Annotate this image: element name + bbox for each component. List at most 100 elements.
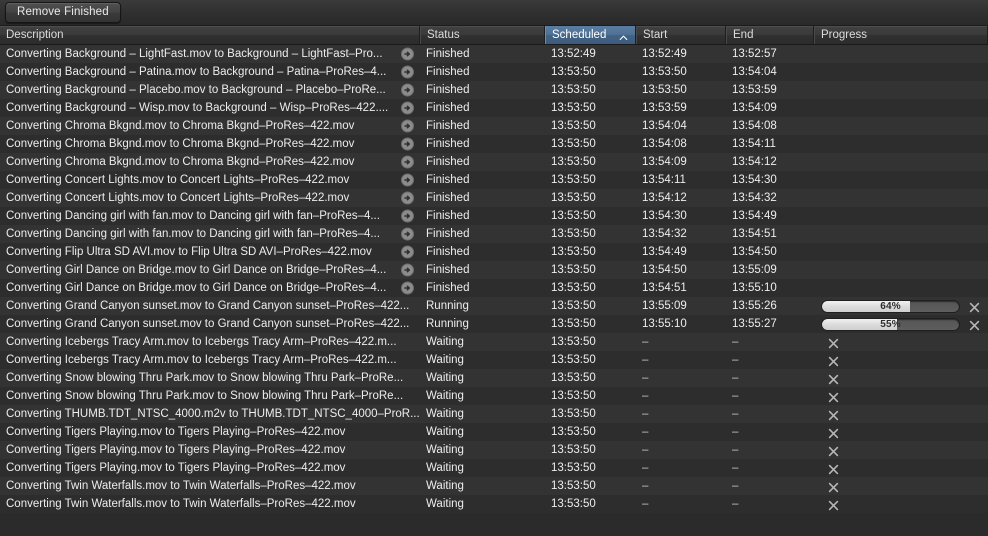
- cancel-x-icon[interactable]: [828, 499, 839, 510]
- table-row[interactable]: Converting Grand Canyon sunset.mov to Gr…: [0, 315, 988, 333]
- cell-description: Converting THUMB.TDT_NTSC_4000.m2v to TH…: [0, 405, 420, 423]
- table-row[interactable]: Converting Concert Lights.mov to Concert…: [0, 171, 988, 189]
- cancel-x-icon[interactable]: [828, 355, 839, 366]
- description-text: Converting Girl Dance on Bridge.mov to G…: [6, 264, 387, 276]
- column-header-description[interactable]: Description: [0, 26, 420, 44]
- cell-description: Converting Twin Waterfalls.mov to Twin W…: [0, 495, 420, 513]
- cancel-x-icon[interactable]: [828, 337, 839, 348]
- table-row[interactable]: Converting Tigers Playing.mov to Tigers …: [0, 441, 988, 459]
- table-row[interactable]: Converting Twin Waterfalls.mov to Twin W…: [0, 495, 988, 513]
- cell-status: Finished: [426, 282, 470, 294]
- description-text: Converting Concert Lights.mov to Concert…: [6, 174, 350, 186]
- cell-start: 13:55:10: [642, 318, 687, 330]
- cell-start: 13:54:08: [642, 138, 687, 150]
- reveal-arrow-icon[interactable]: [401, 263, 414, 277]
- column-header-progress[interactable]: Progress: [814, 26, 988, 44]
- column-header-label: End: [733, 29, 754, 41]
- remove-finished-button[interactable]: Remove Finished: [5, 2, 121, 23]
- table-row[interactable]: Converting Twin Waterfalls.mov to Twin W…: [0, 477, 988, 495]
- table-row[interactable]: Converting Girl Dance on Bridge.mov to G…: [0, 261, 988, 279]
- table-row[interactable]: Converting Grand Canyon sunset.mov to Gr…: [0, 297, 988, 315]
- reveal-arrow-icon[interactable]: [401, 47, 414, 61]
- reveal-arrow-icon[interactable]: [401, 137, 414, 151]
- description-text: Converting Twin Waterfalls.mov to Twin W…: [6, 498, 356, 510]
- table-row[interactable]: Converting Background – Wisp.mov to Back…: [0, 99, 988, 117]
- cell-description: Converting Twin Waterfalls.mov to Twin W…: [0, 477, 420, 495]
- column-header-start[interactable]: Start: [636, 26, 726, 44]
- reveal-arrow-icon[interactable]: [401, 83, 414, 97]
- description-text: Converting Background – Placebo.mov to B…: [6, 84, 386, 96]
- cell-scheduled: 13:53:50: [551, 246, 596, 258]
- cancel-x-icon[interactable]: [828, 481, 839, 492]
- cell-start: –: [642, 444, 649, 456]
- reveal-arrow-icon[interactable]: [401, 101, 414, 115]
- cell-description: Converting Tigers Playing.mov to Tigers …: [0, 423, 420, 441]
- description-text: Converting Dancing girl with fan.mov to …: [6, 210, 380, 222]
- table-row[interactable]: Converting Concert Lights.mov to Concert…: [0, 189, 988, 207]
- table-row[interactable]: Converting Dancing girl with fan.mov to …: [0, 225, 988, 243]
- cancel-x-icon[interactable]: [828, 427, 839, 438]
- cell-scheduled: 13:53:50: [551, 210, 596, 222]
- cell-end: 13:55:10: [732, 282, 777, 294]
- cancel-x-icon[interactable]: [969, 319, 980, 330]
- cell-scheduled: 13:53:50: [551, 102, 596, 114]
- cell-status: Waiting: [426, 390, 464, 402]
- table-row[interactable]: Converting Background – Placebo.mov to B…: [0, 81, 988, 99]
- cancel-x-icon[interactable]: [828, 391, 839, 402]
- table-row[interactable]: Converting Tigers Playing.mov to Tigers …: [0, 459, 988, 477]
- cell-status: Running: [426, 318, 469, 330]
- table-row[interactable]: Converting Icebergs Tracy Arm.mov to Ice…: [0, 351, 988, 369]
- table-row[interactable]: Converting Icebergs Tracy Arm.mov to Ice…: [0, 333, 988, 351]
- column-header-end[interactable]: End: [726, 26, 814, 44]
- cell-description: Converting Tigers Playing.mov to Tigers …: [0, 459, 420, 477]
- cell-description: Converting Chroma Bkgnd.mov to Chroma Bk…: [0, 117, 420, 135]
- table-row[interactable]: Converting Chroma Bkgnd.mov to Chroma Bk…: [0, 117, 988, 135]
- table-row[interactable]: Converting Chroma Bkgnd.mov to Chroma Bk…: [0, 135, 988, 153]
- cell-status: Waiting: [426, 336, 464, 348]
- reveal-arrow-icon[interactable]: [401, 173, 414, 187]
- reveal-arrow-icon[interactable]: [401, 155, 414, 169]
- table-row[interactable]: Converting Snow blowing Thru Park.mov to…: [0, 387, 988, 405]
- table-row[interactable]: Converting Chroma Bkgnd.mov to Chroma Bk…: [0, 153, 988, 171]
- table-row[interactable]: Converting Background – LightFast.mov to…: [0, 45, 988, 63]
- table-row[interactable]: Converting Background – Patina.mov to Ba…: [0, 63, 988, 81]
- column-header-status[interactable]: Status: [420, 26, 545, 44]
- cell-description: Converting Icebergs Tracy Arm.mov to Ice…: [0, 333, 420, 351]
- cell-description: Converting Chroma Bkgnd.mov to Chroma Bk…: [0, 135, 420, 153]
- cell-progress: [814, 495, 988, 513]
- cell-start: –: [642, 336, 649, 348]
- cell-end: –: [732, 444, 739, 456]
- reveal-arrow-icon[interactable]: [401, 227, 414, 241]
- table-row[interactable]: Converting Girl Dance on Bridge.mov to G…: [0, 279, 988, 297]
- reveal-arrow-icon[interactable]: [401, 209, 414, 223]
- cancel-x-icon[interactable]: [828, 445, 839, 456]
- cell-start: 13:54:50: [642, 264, 687, 276]
- table-row[interactable]: Converting Dancing girl with fan.mov to …: [0, 207, 988, 225]
- reveal-arrow-icon[interactable]: [401, 119, 414, 133]
- cell-description: Converting Background – LightFast.mov to…: [0, 45, 420, 63]
- cell-scheduled: 13:53:50: [551, 408, 596, 420]
- batch-job-table: Description Status Scheduled Start End Progre…: [0, 26, 988, 536]
- cell-start: –: [642, 480, 649, 492]
- cancel-x-icon[interactable]: [969, 301, 980, 312]
- cancel-x-icon[interactable]: [828, 373, 839, 384]
- reveal-arrow-icon[interactable]: [401, 245, 414, 259]
- column-header-scheduled[interactable]: Scheduled: [545, 26, 636, 44]
- cell-start: 13:54:32: [642, 228, 687, 240]
- cancel-x-icon[interactable]: [828, 409, 839, 420]
- reveal-arrow-icon[interactable]: [401, 65, 414, 79]
- cell-scheduled: 13:53:50: [551, 480, 596, 492]
- reveal-arrow-icon[interactable]: [401, 191, 414, 205]
- table-row[interactable]: Converting Flip Ultra SD AVI.mov to Flip…: [0, 243, 988, 261]
- table-row[interactable]: Converting Tigers Playing.mov to Tigers …: [0, 423, 988, 441]
- cell-status: Finished: [426, 264, 470, 276]
- cell-scheduled: 13:52:49: [551, 48, 596, 60]
- description-text: Converting Twin Waterfalls.mov to Twin W…: [6, 480, 356, 492]
- cell-description: Converting Background – Wisp.mov to Back…: [0, 99, 420, 117]
- reveal-arrow-icon[interactable]: [401, 281, 414, 295]
- table-row[interactable]: Converting Snow blowing Thru Park.mov to…: [0, 369, 988, 387]
- cell-end: 13:54:32: [732, 192, 777, 204]
- table-row[interactable]: Converting THUMB.TDT_NTSC_4000.m2v to TH…: [0, 405, 988, 423]
- cancel-x-icon[interactable]: [828, 463, 839, 474]
- cell-progress: [814, 189, 988, 207]
